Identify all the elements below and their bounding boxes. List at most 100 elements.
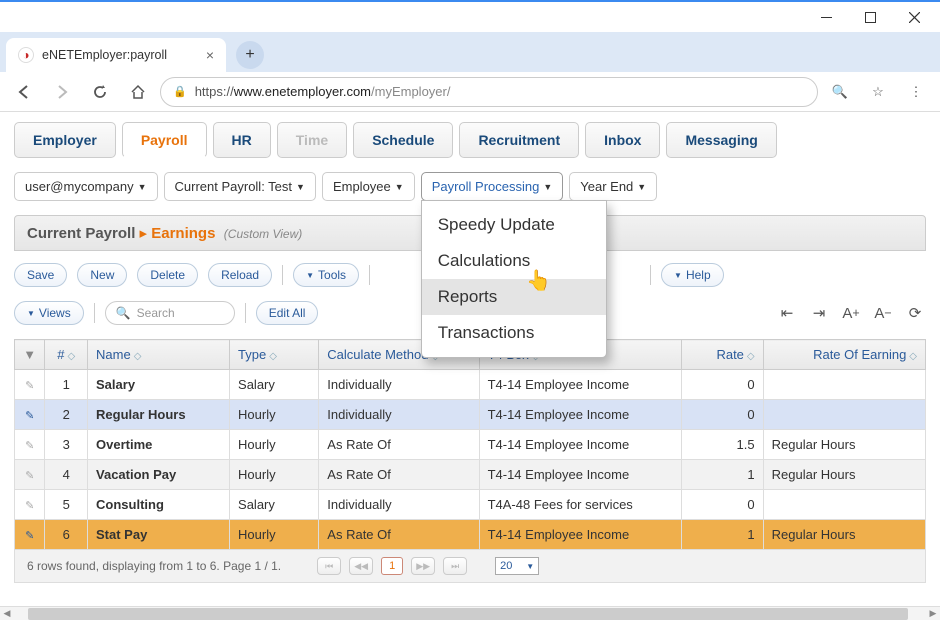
pencil-icon[interactable]: ✎ [25,500,34,512]
dropdown-item-transactions[interactable]: Transactions [422,315,606,351]
sort-icon: ◇ [909,351,917,362]
table-row[interactable]: ✎1SalarySalaryIndividuallyT4-14 Employee… [15,370,926,400]
font-increase-icon[interactable]: A+ [840,302,862,324]
tab-payroll[interactable]: Payroll [122,122,207,158]
pencil-icon[interactable]: ✎ [25,530,34,542]
window-close-button[interactable] [892,2,936,32]
tab-schedule[interactable]: Schedule [353,122,453,158]
tab-close-icon[interactable]: × [206,47,214,63]
col-name[interactable]: Name◇ [88,340,230,370]
tools-button[interactable]: ▼Tools [293,263,359,287]
views-button[interactable]: ▼Views [14,301,84,325]
filter-employee[interactable]: Employee▼ [322,172,415,201]
caret-down-icon: ▼ [306,271,314,280]
window-maximize-button[interactable] [848,2,892,32]
col--[interactable]: #◇ [45,340,88,370]
caret-down-icon: ▼ [296,182,305,192]
sort-icon: ◇ [269,351,277,362]
cell-num: 6 [45,520,88,550]
browser-tab-active[interactable]: ◑ eNETEmployer:payroll × [6,38,226,72]
tab-time[interactable]: Time [277,122,347,158]
pager-page-number[interactable]: 1 [381,557,403,575]
indent-left-icon[interactable]: ⇤ [776,302,798,324]
tab-hr[interactable]: HR [213,122,271,158]
refresh-icon[interactable]: ⟳ [904,302,926,324]
delete-button[interactable]: Delete [137,263,198,287]
cell-name: Salary [88,370,230,400]
browser-menu-button[interactable]: ⋮ [900,76,932,108]
filter-payroll[interactable]: Current Payroll: Test▼ [164,172,316,201]
search-icon: 🔍 [116,306,131,320]
filter-payroll-processing[interactable]: Payroll Processing▼ [421,172,564,201]
tab-inbox[interactable]: Inbox [585,122,660,158]
cell-num: 1 [45,370,88,400]
search-input[interactable]: 🔍Search [105,301,235,325]
col-edit[interactable]: ▼ [15,340,45,370]
nav-home-button[interactable] [122,76,154,108]
window-minimize-button[interactable] [804,2,848,32]
col-rate-of-earning[interactable]: Rate Of Earning◇ [763,340,925,370]
reload-button[interactable]: Reload [208,263,272,287]
sort-icon: ◇ [134,351,142,362]
pencil-icon[interactable]: ✎ [25,380,34,392]
url-input[interactable]: 🔒 https://www.enetemployer.com/myEmploye… [160,77,818,107]
pager-next-button[interactable]: ▶▶ [411,557,435,575]
cell-t4: T4-14 Employee Income [479,400,682,430]
tab-messaging[interactable]: Messaging [666,122,776,158]
separator [650,265,651,285]
nav-forward-button[interactable] [46,76,78,108]
breadcrumb-lvl2: Earnings [151,225,215,242]
pager-page-size-select[interactable]: 20▼ [495,557,539,575]
cell-type: Hourly [230,460,319,490]
cell-roe [763,400,925,430]
pencil-icon[interactable]: ✎ [25,410,34,422]
filter-user[interactable]: user@mycompany▼ [14,172,158,201]
help-button[interactable]: ▼Help [661,263,724,287]
table-row[interactable]: ✎6Stat PayHourlyAs Rate OfT4-14 Employee… [15,520,926,550]
indent-right-icon[interactable]: ⇥ [808,302,830,324]
horizontal-scrollbar[interactable]: ◀ ▶ [0,606,940,620]
cell-type: Hourly [230,430,319,460]
font-decrease-icon[interactable]: A− [872,302,894,324]
nav-back-button[interactable] [8,76,40,108]
pencil-icon[interactable]: ✎ [25,440,34,452]
dropdown-item-reports[interactable]: Reports [422,279,606,315]
cell-roe: Regular Hours [763,460,925,490]
pager-prev-button[interactable]: ◀◀ [349,557,373,575]
zoom-icon[interactable]: 🔍 [824,76,856,108]
cell-calc: Individually [319,490,479,520]
col-rate[interactable]: Rate◇ [682,340,763,370]
scroll-left-icon[interactable]: ◀ [0,607,14,620]
sort-icon: ◇ [67,351,75,362]
cell-rate: 0 [682,490,763,520]
nav-reload-button[interactable] [84,76,116,108]
cell-rate: 0 [682,370,763,400]
table-row[interactable]: ✎4Vacation PayHourlyAs Rate OfT4-14 Empl… [15,460,926,490]
separator [369,265,370,285]
scroll-right-icon[interactable]: ▶ [926,607,940,620]
pencil-icon[interactable]: ✎ [25,470,34,482]
filter-year-end[interactable]: Year End▼ [569,172,657,201]
table-row[interactable]: ✎3OvertimeHourlyAs Rate OfT4-14 Employee… [15,430,926,460]
new-tab-button[interactable]: + [236,41,264,69]
separator [282,265,283,285]
browser-tab-title: eNETEmployer:payroll [42,48,167,62]
cell-name: Consulting [88,490,230,520]
new-button[interactable]: New [77,263,127,287]
col-type[interactable]: Type◇ [230,340,319,370]
table-row[interactable]: ✎5ConsultingSalaryIndividuallyT4A-48 Fee… [15,490,926,520]
pager-first-button[interactable]: ⏮ [317,557,341,575]
tab-employer[interactable]: Employer [14,122,116,158]
scrollbar-thumb[interactable] [28,608,908,620]
table-row[interactable]: ✎2Regular HoursHourlyIndividuallyT4-14 E… [15,400,926,430]
bookmark-star-icon[interactable]: ☆ [862,76,894,108]
breadcrumb-note: (Custom View) [224,227,302,241]
dropdown-item-speedy-update[interactable]: Speedy Update [422,207,606,243]
cell-t4: T4-14 Employee Income [479,460,682,490]
cell-t4: T4-14 Employee Income [479,430,682,460]
dropdown-item-calculations[interactable]: Calculations [422,243,606,279]
edit-all-button[interactable]: Edit All [256,301,319,325]
pager-last-button[interactable]: ⏭ [443,557,467,575]
save-button[interactable]: Save [14,263,67,287]
tab-recruitment[interactable]: Recruitment [459,122,579,158]
